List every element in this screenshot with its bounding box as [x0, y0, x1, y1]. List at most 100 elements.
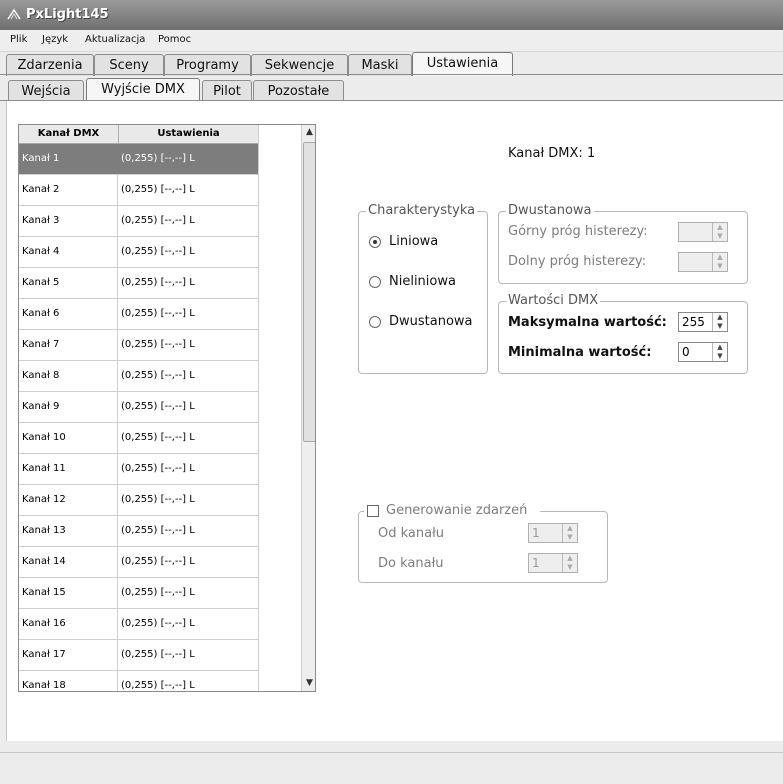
cell-settings: (0,255) [--,--] L — [121, 649, 195, 660]
menu-item-update[interactable]: Aktualizacja — [85, 34, 145, 45]
tab-sequences[interactable]: Sekwencje — [251, 54, 348, 76]
table-row[interactable]: Kanał 5 (0,255) [--,--] L — [19, 268, 259, 299]
cell-channel: Kanał 13 — [19, 516, 118, 546]
max-value-stepper[interactable]: 255 ▲ ▼ — [678, 312, 728, 332]
cell-channel: Kanał 16 — [19, 609, 118, 639]
table-row[interactable]: Kanał 18 (0,255) [--,--] L — [19, 671, 259, 691]
table-row[interactable]: Kanał 14 (0,255) [--,--] L — [19, 547, 259, 578]
spin-arrows-icon[interactable]: ▲ ▼ — [712, 313, 727, 331]
cell-channel: Kanał 10 — [19, 423, 118, 453]
spin-arrows-icon[interactable]: ▲ ▼ — [562, 524, 577, 542]
spin-arrows-icon[interactable]: ▲ ▼ — [712, 223, 727, 241]
cell-channel: Kanał 17 — [19, 640, 118, 670]
to-channel-label: Do kanału — [378, 556, 444, 571]
upper-threshold-stepper[interactable]: ▲ ▼ — [678, 222, 728, 242]
scroll-down-icon[interactable]: ▼ — [302, 676, 315, 691]
list-scrollbar[interactable]: ▲ ▼ — [301, 125, 315, 691]
table-row[interactable]: Kanał 7 (0,255) [--,--] L — [19, 330, 259, 361]
characteristic-legend: Charakterystyka — [366, 203, 478, 218]
cell-settings: (0,255) [--,--] L — [121, 339, 195, 350]
min-value[interactable]: 0 — [682, 345, 690, 359]
radio-linear[interactable] — [369, 236, 381, 248]
to-channel-value: 1 — [532, 556, 540, 570]
menu-item-language[interactable]: Język — [42, 34, 68, 45]
table-row[interactable]: Kanał 9 (0,255) [--,--] L — [19, 392, 259, 423]
generate-events-checkbox[interactable] — [367, 505, 379, 517]
upper-threshold-label: Górny próg histerezy: — [508, 224, 648, 239]
cell-channel: Kanał 7 — [19, 330, 118, 360]
spin-arrows-icon[interactable]: ▲ ▼ — [562, 554, 577, 572]
window-title: PxLight145 — [26, 7, 109, 22]
list-rows: Kanał 1 (0,255) [--,--] L Kanał 2 (0,255) [… — [19, 144, 259, 691]
table-row[interactable]: Kanał 10 (0,255) [--,--] L — [19, 423, 259, 454]
table-row[interactable]: Kanał 4 (0,255) [--,--] L — [19, 237, 259, 268]
radio-twostate-label[interactable]: Dwustanowa — [389, 314, 473, 329]
tab-remote[interactable]: Pilot — [202, 80, 252, 102]
cell-settings: (0,255) [--,--] L — [121, 370, 195, 381]
radio-nonlinear[interactable] — [369, 276, 381, 288]
list-column-divider — [258, 125, 259, 691]
menu-item-help[interactable]: Pomoc — [158, 34, 191, 45]
table-row[interactable]: Kanał 8 (0,255) [--,--] L — [19, 361, 259, 392]
table-row[interactable]: Kanał 16 (0,255) [--,--] L — [19, 609, 259, 640]
app-icon — [7, 8, 21, 20]
cell-channel: Kanał 1 — [19, 144, 118, 174]
channel-list[interactable]: Kanał DMX Ustawienia Kanał 1 (0,255) [--,… — [18, 124, 316, 692]
min-value-stepper[interactable]: 0 ▲ ▼ — [678, 342, 728, 362]
cell-channel: Kanał 12 — [19, 485, 118, 515]
from-channel-stepper[interactable]: 1 ▲ ▼ — [528, 523, 578, 543]
menu-item-file[interactable]: Plik — [10, 34, 27, 45]
scroll-up-icon[interactable]: ▲ — [302, 125, 315, 140]
generate-events-label[interactable]: Generowanie zdarzeń — [386, 503, 527, 518]
cell-settings: (0,255) [--,--] L — [121, 308, 195, 319]
lower-threshold-stepper[interactable]: ▲ ▼ — [678, 252, 728, 272]
table-row[interactable]: Kanał 17 (0,255) [--,--] L — [19, 640, 259, 671]
cell-channel: Kanał 8 — [19, 361, 118, 391]
radio-nonlinear-label[interactable]: Nieliniowa — [389, 274, 456, 289]
table-row[interactable]: Kanał 15 (0,255) [--,--] L — [19, 578, 259, 609]
column-header-channel[interactable]: Kanał DMX — [19, 125, 119, 143]
cell-channel: Kanał 18 — [19, 671, 118, 691]
tab-programs[interactable]: Programy — [164, 54, 251, 76]
radio-linear-label[interactable]: Liniowa — [389, 234, 438, 249]
cell-channel: Kanał 15 — [19, 578, 118, 608]
table-row[interactable]: Kanał 1 (0,255) [--,--] L — [19, 144, 259, 175]
from-channel-value: 1 — [532, 526, 540, 540]
tab-masks[interactable]: Maski — [348, 54, 412, 76]
cell-settings: (0,255) [--,--] L — [121, 463, 195, 474]
cell-settings: (0,255) [--,--] L — [121, 556, 195, 567]
table-row[interactable]: Kanał 12 (0,255) [--,--] L — [19, 485, 259, 516]
cell-settings: (0,255) [--,--] L — [121, 215, 195, 226]
cell-channel: Kanał 6 — [19, 299, 118, 329]
to-channel-stepper[interactable]: 1 ▲ ▼ — [528, 553, 578, 573]
table-row[interactable]: Kanał 2 (0,255) [--,--] L — [19, 175, 259, 206]
table-row[interactable]: Kanał 6 (0,255) [--,--] L — [19, 299, 259, 330]
cell-channel: Kanał 2 — [19, 175, 118, 205]
status-bar — [0, 752, 783, 784]
title-bar: PxLight145 — [0, 0, 783, 30]
table-row[interactable]: Kanał 11 (0,255) [--,--] L — [19, 454, 259, 485]
tab-other[interactable]: Pozostałe — [253, 80, 344, 102]
table-row[interactable]: Kanał 13 (0,255) [--,--] L — [19, 516, 259, 547]
tab-settings[interactable]: Ustawienia — [412, 52, 513, 76]
spin-arrows-icon[interactable]: ▲ ▼ — [712, 253, 727, 271]
max-value[interactable]: 255 — [682, 315, 705, 329]
cell-channel: Kanał 3 — [19, 206, 118, 236]
tab-dmx-output[interactable]: Wyjście DMX — [86, 78, 200, 102]
cell-settings: (0,255) [--,--] L — [121, 277, 195, 288]
radio-twostate[interactable] — [369, 316, 381, 328]
cell-settings: (0,255) [--,--] L — [121, 525, 195, 536]
sub-tab-bar: Wejścia Wyjście DMX Pilot Pozostałe — [0, 78, 783, 102]
tab-scenes[interactable]: Sceny — [94, 54, 164, 76]
cell-channel: Kanał 9 — [19, 392, 118, 422]
scroll-thumb[interactable] — [303, 142, 315, 442]
cell-settings: (0,255) [--,--] L — [121, 680, 195, 691]
table-row[interactable]: Kanał 3 (0,255) [--,--] L — [19, 206, 259, 237]
cell-channel: Kanał 5 — [19, 268, 118, 298]
spin-arrows-icon[interactable]: ▲ ▼ — [712, 343, 727, 361]
column-header-settings[interactable]: Ustawienia — [119, 125, 259, 143]
tab-divider — [0, 74, 783, 75]
lower-threshold-label: Dolny próg histerezy: — [508, 254, 647, 269]
tab-inputs[interactable]: Wejścia — [8, 80, 84, 102]
tab-events[interactable]: Zdarzenia — [6, 54, 94, 76]
